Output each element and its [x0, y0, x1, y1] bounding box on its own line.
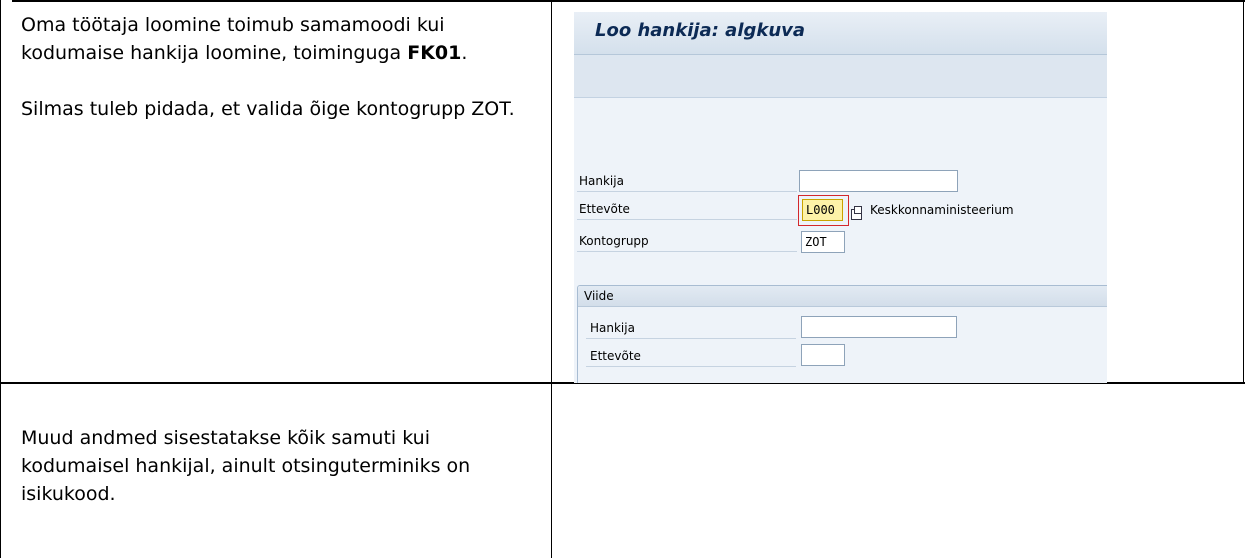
sap-screen-title: Loo hankija: algkuva [595, 20, 806, 41]
kontogrupp-input[interactable]: ZOT [801, 231, 845, 253]
table-border-right [1243, 0, 1244, 384]
table-border-left [0, 0, 1, 558]
transaction-code: FK01 [407, 42, 462, 64]
kontogrupp-label: Kontogrupp [579, 234, 649, 248]
hankija-label: Hankija [579, 174, 624, 188]
label-underline [586, 366, 796, 367]
table-border-middle [551, 0, 552, 558]
instruction-text-end: . [461, 42, 468, 64]
instruction-text: Oma töötaja loomine toimub samamoodi kui… [21, 14, 445, 64]
note-paragraph: Muud andmed sisestatakse kõik samuti kui… [21, 427, 471, 505]
ettevote-input[interactable]: L000 [802, 199, 843, 221]
ettevote-label: Ettevõte [579, 202, 630, 216]
note-cell: Muud andmed sisestatakse kõik samuti kui… [21, 424, 541, 508]
instruction-paragraph-2: Silmas tuleb pidada, et valida õige kont… [21, 98, 515, 120]
instruction-cell: Oma töötaja loomine toimub samamoodi kui… [21, 11, 541, 123]
label-underline [577, 219, 797, 220]
hankija-input[interactable] [799, 170, 958, 192]
viide-ettevote-input[interactable] [801, 344, 845, 366]
viide-group-title: Viide [584, 289, 614, 303]
viide-hankija-label: Hankija [590, 321, 635, 335]
table-border-top [12, 0, 1245, 2]
ettevote-description: Keskkonnaministeerium [870, 203, 1014, 217]
sap-screenshot: Loo hankija: algkuva Hankija Ettevõte L0… [574, 12, 1107, 383]
viide-group-header: Viide [578, 286, 1107, 307]
viide-hankija-input[interactable] [801, 316, 957, 338]
sap-title-bar: Loo hankija: algkuva [574, 12, 1107, 55]
viide-ettevote-label: Ettevõte [590, 349, 641, 363]
instruction-paragraph-1: Oma töötaja loomine toimub samamoodi kui… [21, 11, 541, 67]
label-underline [586, 338, 796, 339]
label-underline [577, 191, 797, 192]
value-help-icon[interactable] [851, 206, 862, 220]
sap-application-toolbar [574, 55, 1107, 98]
label-underline [577, 251, 797, 252]
